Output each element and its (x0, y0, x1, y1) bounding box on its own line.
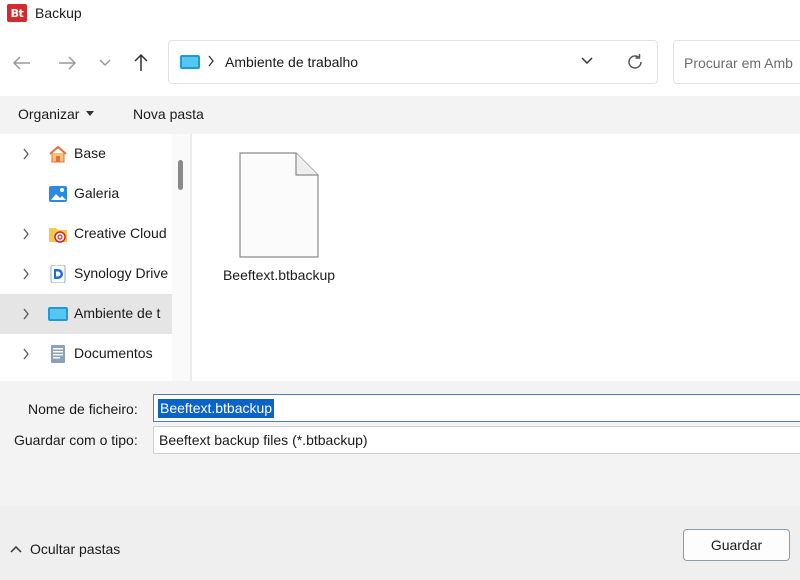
sidebar-item-label: Ambiente de t (74, 305, 161, 321)
recent-locations-button[interactable] (92, 50, 118, 76)
file-icon (239, 152, 319, 258)
command-bar: Organizar Nova pasta (0, 96, 800, 134)
hide-folders-label: Ocultar pastas (30, 541, 121, 557)
hide-folders-button[interactable]: Ocultar pastas (10, 541, 120, 557)
filename-field[interactable]: Beeftext.btbackup (153, 394, 800, 422)
filename-label: Nome de ficheiro: (28, 401, 138, 417)
synology-drive-icon (50, 265, 66, 283)
navigation-bar: Ambiente de trabalho Procurar em Amb (0, 26, 800, 96)
chevron-up-icon (10, 545, 22, 553)
scrollbar-thumb[interactable] (178, 160, 183, 190)
forward-button[interactable] (54, 50, 80, 76)
sidebar-item-label: Synology Drive (74, 265, 169, 281)
desktop-folder-icon (180, 55, 200, 69)
filetype-select[interactable]: Beeftext backup files (*.btbackup) (153, 426, 800, 454)
refresh-icon[interactable] (625, 52, 645, 72)
navigation-scrollbar[interactable] (172, 134, 190, 381)
desktop-folder-icon (48, 307, 68, 321)
arrow-right-icon (59, 56, 77, 70)
gallery-icon (49, 186, 67, 202)
up-button[interactable] (128, 50, 154, 76)
filetype-label: Guardar com o tipo: (14, 432, 138, 448)
filetype-value: Beeftext backup files (*.btbackup) (159, 432, 368, 448)
expand-chevron-icon[interactable] (22, 228, 30, 240)
expand-chevron-icon[interactable] (22, 148, 30, 160)
file-item[interactable]: Beeftext.btbackup (220, 152, 338, 302)
sidebar-item-documents[interactable]: Documentos (0, 334, 172, 374)
creative-cloud-folder-icon (49, 228, 67, 243)
app-icon: Bt (7, 4, 27, 22)
sidebar-item-label: Documentos (74, 345, 153, 361)
sidebar-item-label: Base (74, 145, 106, 161)
expand-chevron-icon[interactable] (22, 308, 30, 320)
caret-down-icon (86, 111, 95, 116)
navigation-pane: Base Galeria Creative Cloud Synology Dri… (0, 134, 172, 381)
window-title: Backup (35, 5, 82, 21)
filename-value[interactable]: Beeftext.btbackup (158, 399, 275, 418)
dialog-footer: Ocultar pastas Guardar (0, 506, 800, 580)
organize-button[interactable]: Organizar (18, 106, 96, 122)
sidebar-item-base[interactable]: Base (0, 134, 172, 174)
address-bar[interactable]: Ambiente de trabalho (168, 40, 658, 84)
address-dropdown-icon[interactable] (579, 53, 595, 69)
arrow-up-icon (134, 53, 148, 71)
save-button[interactable]: Guardar (683, 529, 790, 561)
sidebar-item-creative-cloud[interactable]: Creative Cloud (0, 214, 172, 254)
expand-chevron-icon[interactable] (22, 348, 30, 360)
sidebar-item-label: Galeria (74, 185, 120, 201)
documents-icon (51, 345, 65, 363)
sidebar-item-label: Creative Cloud (74, 225, 167, 241)
back-button[interactable] (9, 50, 35, 76)
organize-label: Organizar (18, 106, 80, 122)
content-area: Base Galeria Creative Cloud Synology Dri… (0, 134, 800, 381)
title-bar: Bt Backup (0, 0, 800, 26)
sidebar-item-gallery[interactable]: Galeria (0, 174, 172, 214)
search-box[interactable]: Procurar em Amb (673, 40, 800, 84)
sidebar-item-desktop[interactable]: Ambiente de t (0, 294, 172, 334)
pane-divider[interactable] (190, 134, 192, 381)
sidebar-item-synology-drive[interactable]: Synology Drive (0, 254, 172, 294)
expand-chevron-icon[interactable] (22, 268, 30, 280)
arrow-left-icon (12, 56, 30, 70)
breadcrumb-current[interactable]: Ambiente de trabalho (225, 54, 358, 70)
chevron-down-icon (99, 59, 111, 67)
breadcrumb-separator-icon (208, 55, 214, 67)
file-name: Beeftext.btbackup (222, 267, 336, 283)
home-icon (49, 145, 67, 163)
search-input[interactable]: Procurar em Amb (684, 55, 793, 71)
new-folder-button[interactable]: Nova pasta (133, 106, 204, 122)
